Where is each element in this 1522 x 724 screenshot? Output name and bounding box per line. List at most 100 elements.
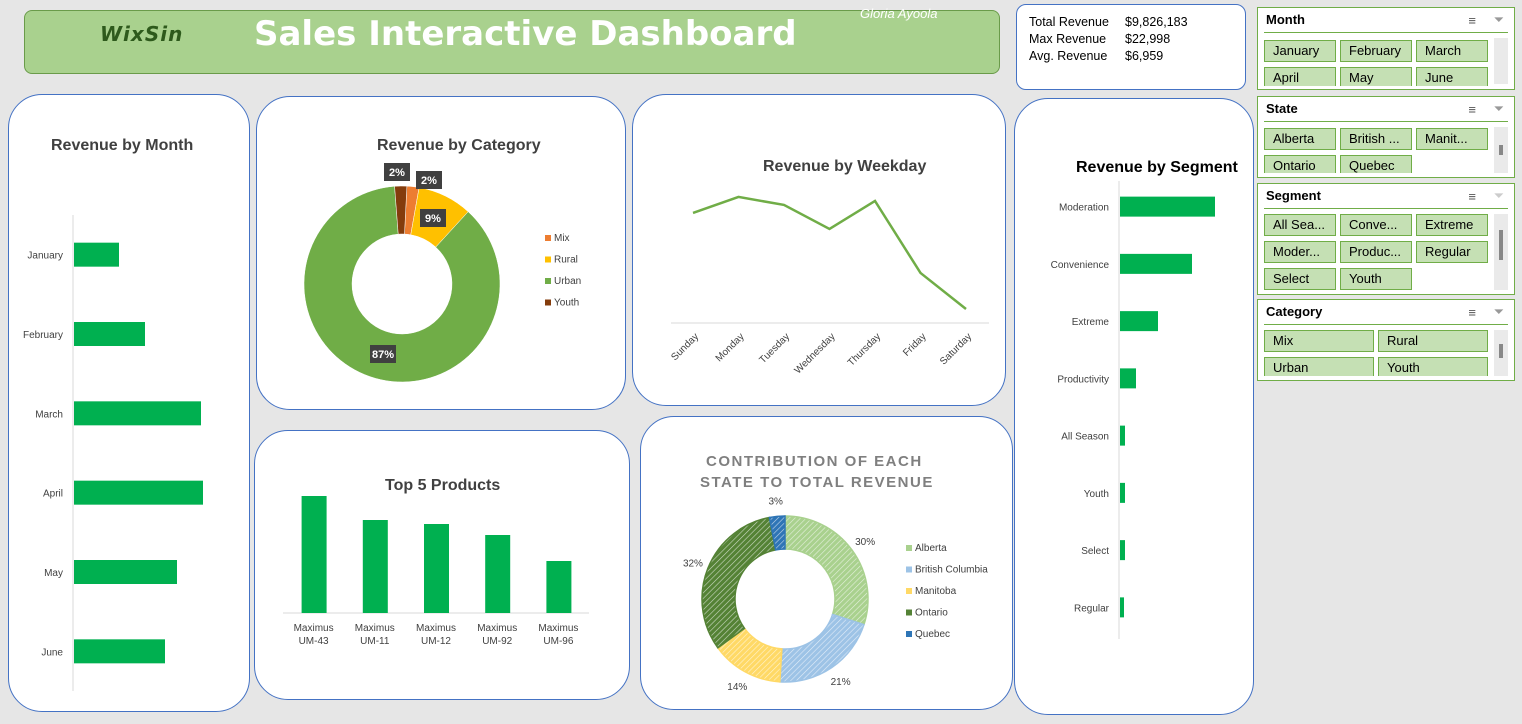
slicer-state-alberta[interactable]: Alberta (1264, 128, 1336, 150)
slicer-month-january[interactable]: January (1264, 40, 1336, 62)
slicer-state-ontario[interactable]: Ontario (1264, 155, 1336, 173)
slicer-category: Category ≡ ⏷ Mix Rural Urban Youth (1257, 299, 1515, 381)
category-legend-label: Mix (554, 233, 570, 244)
product-bar (424, 524, 449, 613)
slicer-segment-convenience[interactable]: Conve... (1340, 214, 1412, 236)
slicer-month-may[interactable]: May (1340, 67, 1412, 86)
category-data-label: 9% (425, 213, 441, 225)
slicer-divider (1264, 32, 1508, 33)
product-tick-line: UM-96 (543, 636, 573, 647)
month-tick-label: March (35, 409, 63, 420)
state-data-label: 14% (727, 682, 747, 693)
slicer-segment-select[interactable]: Select (1264, 268, 1336, 290)
state-data-label: 30% (855, 537, 875, 548)
state-slice-ontario (701, 516, 777, 649)
category-legend-swatch (545, 299, 551, 306)
kpi-box: Total Revenue $9,826,183 Max Revenue $22… (1016, 4, 1246, 90)
slicer-category-urban[interactable]: Urban (1264, 357, 1374, 376)
clear-filter-icon[interactable]: ⏷ (1494, 101, 1504, 117)
segment-bar (1120, 311, 1158, 332)
kpi-total-label: Total Revenue (1029, 15, 1109, 29)
state-slice-british-columbia (778, 613, 865, 683)
slicer-state-quebec[interactable]: Quebec (1340, 155, 1412, 173)
weekday-tick-label: Thursday (846, 331, 883, 368)
month-tick-label: May (44, 568, 63, 579)
multi-select-icon[interactable]: ≡ (1468, 189, 1476, 204)
slicer-category-mix[interactable]: Mix (1264, 330, 1374, 352)
slicer-month-june[interactable]: June (1416, 67, 1488, 86)
weekday-series-line (692, 195, 967, 310)
multi-select-icon[interactable]: ≡ (1468, 13, 1476, 28)
category-legend-swatch (545, 235, 551, 241)
slicer-divider (1264, 324, 1508, 325)
slicer-month-scrollbar[interactable] (1494, 38, 1508, 84)
state-chart-panel: CONTRIBUTION OF EACH STATE TO TOTAL REVE… (640, 416, 1013, 710)
slicer-segment-regular[interactable]: Regular (1416, 241, 1488, 263)
segment-tick-label: Extreme (1072, 317, 1110, 328)
slicer-segment-productivity[interactable]: Produc... (1340, 241, 1412, 263)
clear-filter-icon[interactable]: ⏷ (1494, 12, 1504, 28)
slicer-segment-moderation[interactable]: Moder... (1264, 241, 1336, 263)
product-tick-label: Maximus UM-43 (294, 623, 334, 647)
segment-chart-panel: Revenue by Segment Moderation Convenience… (1014, 98, 1254, 715)
product-tick-line: Maximus (294, 623, 334, 634)
slicer-category-scrollbar[interactable] (1494, 330, 1508, 376)
slicer-segment-items: All Sea... Conve... Extreme Moder... Pro… (1264, 212, 1492, 290)
scroll-thumb[interactable] (1499, 145, 1503, 155)
slicer-segment-scrollbar[interactable] (1494, 214, 1508, 290)
slicer-category-youth[interactable]: Youth (1378, 357, 1488, 376)
kpi-max-value: $22,998 (1125, 32, 1171, 46)
product-tick-line: UM-92 (482, 636, 512, 647)
month-tick-label: April (43, 489, 63, 500)
slicer-state: State ≡ ⏷ Alberta British ... Manit... O… (1257, 96, 1515, 178)
author-name: Gloria Ayoola (860, 6, 938, 21)
clear-filter-icon[interactable]: ⏷ (1494, 304, 1504, 320)
category-chart-panel: Revenue by Category 2% 9% 87% 2% Mix Rural Urb… (256, 96, 626, 410)
slicer-divider (1264, 121, 1508, 122)
kpi-avg-label: Avg. Revenue (1029, 49, 1108, 63)
slicer-segment-youth[interactable]: Youth (1340, 268, 1412, 290)
slicer-month-february[interactable]: February (1340, 40, 1412, 62)
weekday-tick-label: Friday (901, 331, 928, 358)
slicer-month-april[interactable]: April (1264, 67, 1336, 86)
product-tick-label: Maximus UM-12 (416, 623, 456, 647)
state-legend-swatch (906, 631, 912, 637)
clear-filter-icon[interactable]: ⏷ (1494, 188, 1504, 204)
category-data-label: 2% (389, 167, 405, 179)
segment-tick-label: Select (1081, 546, 1109, 557)
slicer-state-manitoba[interactable]: Manit... (1416, 128, 1488, 150)
segment-bar (1120, 482, 1125, 503)
segment-bar (1120, 425, 1125, 446)
segment-bar (1120, 253, 1192, 274)
multi-select-icon[interactable]: ≡ (1468, 305, 1476, 320)
slicer-state-header: State (1266, 101, 1298, 116)
state-legend-swatch (906, 609, 912, 616)
multi-select-icon[interactable]: ≡ (1468, 102, 1476, 117)
slicer-state-british-columbia[interactable]: British ... (1340, 128, 1412, 150)
product-tick-label: Maximus UM-92 (477, 623, 517, 647)
segment-bar (1120, 196, 1215, 217)
category-legend-swatch (545, 278, 551, 284)
slicer-category-header: Category (1266, 304, 1323, 319)
weekday-tick-label: Sunday (669, 331, 701, 363)
scroll-thumb[interactable] (1499, 230, 1503, 260)
state-data-label: 21% (831, 677, 851, 688)
weekday-tick-label: Saturday (938, 331, 974, 367)
page-title: Sales Interactive Dashboard (254, 14, 797, 54)
slicer-state-scrollbar[interactable] (1494, 127, 1508, 173)
slicer-category-rural[interactable]: Rural (1378, 330, 1488, 352)
category-chart: 2% 9% 87% 2% Mix Rural Urban Youth (303, 163, 581, 383)
product-tick-line: Maximus (416, 623, 456, 634)
slicer-segment-extreme[interactable]: Extreme (1416, 214, 1488, 236)
state-legend-label: British Columbia (915, 565, 988, 576)
scroll-thumb[interactable] (1499, 344, 1503, 358)
slicer-month-march[interactable]: March (1416, 40, 1488, 62)
month-bar (74, 401, 201, 426)
month-bar (74, 322, 145, 346)
slicer-divider (1264, 208, 1508, 209)
kpi-max-label: Max Revenue (1029, 32, 1107, 46)
slicer-segment-all-season[interactable]: All Sea... (1264, 214, 1336, 236)
product-bar (301, 496, 327, 613)
product-tick-line: UM-11 (360, 636, 390, 647)
kpi-total-value: $9,826,183 (1125, 15, 1188, 29)
